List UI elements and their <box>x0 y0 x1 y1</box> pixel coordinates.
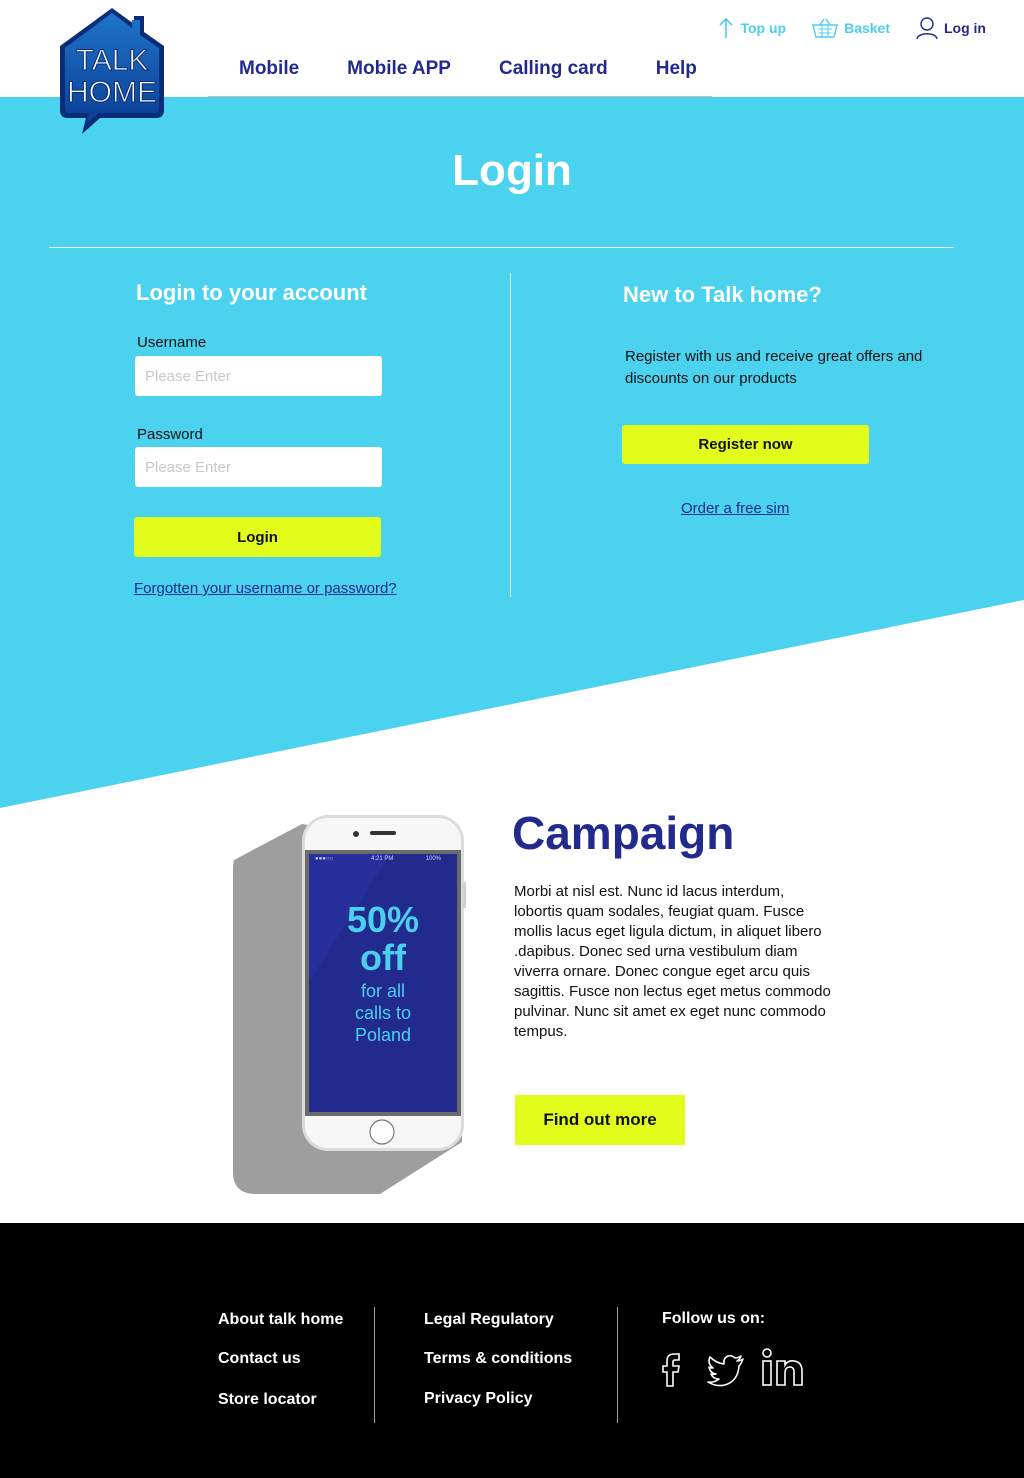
username-input[interactable] <box>135 356 382 396</box>
footer-divider-2 <box>617 1307 618 1423</box>
footer-legal-link[interactable]: Legal Regulatory <box>424 1311 554 1329</box>
find-out-more-button[interactable]: Find out more <box>515 1095 685 1145</box>
user-icon <box>916 17 938 40</box>
talk-home-logo[interactable]: TALK HOME <box>56 6 168 134</box>
footer-divider-1 <box>374 1307 375 1423</box>
log-in-label: Log in <box>944 20 986 36</box>
top-up-link[interactable]: Top up <box>718 17 786 39</box>
register-heading: New to Talk home? <box>623 282 822 307</box>
promo-percent: 50% <box>346 899 420 940</box>
forgot-credentials-link[interactable]: Forgotten your username or password? <box>134 580 397 597</box>
column-divider <box>510 273 511 597</box>
campaign-title: Campaign <box>512 807 735 859</box>
basket-link[interactable]: Basket <box>812 17 890 39</box>
phone-status-battery: 100% <box>425 856 441 862</box>
footer-about-link[interactable]: About talk home <box>218 1311 343 1329</box>
svg-text:HOME: HOME <box>67 76 157 109</box>
footer-privacy-link[interactable]: Privacy Policy <box>424 1390 533 1408</box>
footer-contact-link[interactable]: Contact us <box>218 1350 301 1368</box>
order-free-sim-link[interactable]: Order a free sim <box>681 500 789 517</box>
password-label: Password <box>137 426 203 443</box>
basket-icon <box>812 18 838 38</box>
phone-promo: 50% off for all calls to Poland <box>309 899 457 1045</box>
linkedin-icon[interactable] <box>761 1347 805 1389</box>
phone-illustration: ●●●○○ 4:21 PM 100% 50% off for all calls… <box>230 812 470 1200</box>
top-up-label: Top up <box>740 20 787 36</box>
phone-status-time: 4:21 PM <box>371 856 394 862</box>
hero-divider <box>49 247 954 248</box>
promo-line-1: for all <box>360 981 405 1001</box>
page-title: Login <box>452 146 572 195</box>
nav-mobile[interactable]: Mobile <box>239 58 299 80</box>
promo-line-3: Poland <box>354 1025 412 1045</box>
arrow-up-icon <box>719 17 734 38</box>
promo-off: off <box>360 937 406 978</box>
register-description: Register with us and receive great offer… <box>625 348 923 387</box>
login-button[interactable]: Login <box>134 517 381 557</box>
twitter-icon[interactable] <box>706 1354 746 1388</box>
nav-help[interactable]: Help <box>656 58 697 80</box>
register-now-button[interactable]: Register now <box>622 425 869 464</box>
facebook-icon[interactable] <box>660 1350 682 1388</box>
promo-line-2: calls to <box>354 1003 412 1023</box>
campaign-body: Morbi at nisl est. Nunc id lacus interdu… <box>514 883 831 1040</box>
follow-us-label: Follow us on: <box>662 1310 766 1327</box>
footer-store-locator-link[interactable]: Store locator <box>218 1391 317 1409</box>
nav-mobile-app[interactable]: Mobile APP <box>347 58 451 80</box>
footer-terms-link[interactable]: Terms & conditions <box>424 1350 572 1368</box>
nav-calling-card[interactable]: Calling card <box>499 58 608 80</box>
svg-text:TALK: TALK <box>76 44 149 77</box>
top-utility-bar: Top up Basket Log in <box>718 16 986 40</box>
login-heading: Login to your account <box>136 280 367 305</box>
log-in-link[interactable]: Log in <box>916 16 986 40</box>
main-nav: Mobile Mobile APP Calling card Help <box>239 58 745 80</box>
basket-label: Basket <box>844 20 890 36</box>
password-input[interactable] <box>135 447 382 487</box>
username-label: Username <box>137 334 207 351</box>
